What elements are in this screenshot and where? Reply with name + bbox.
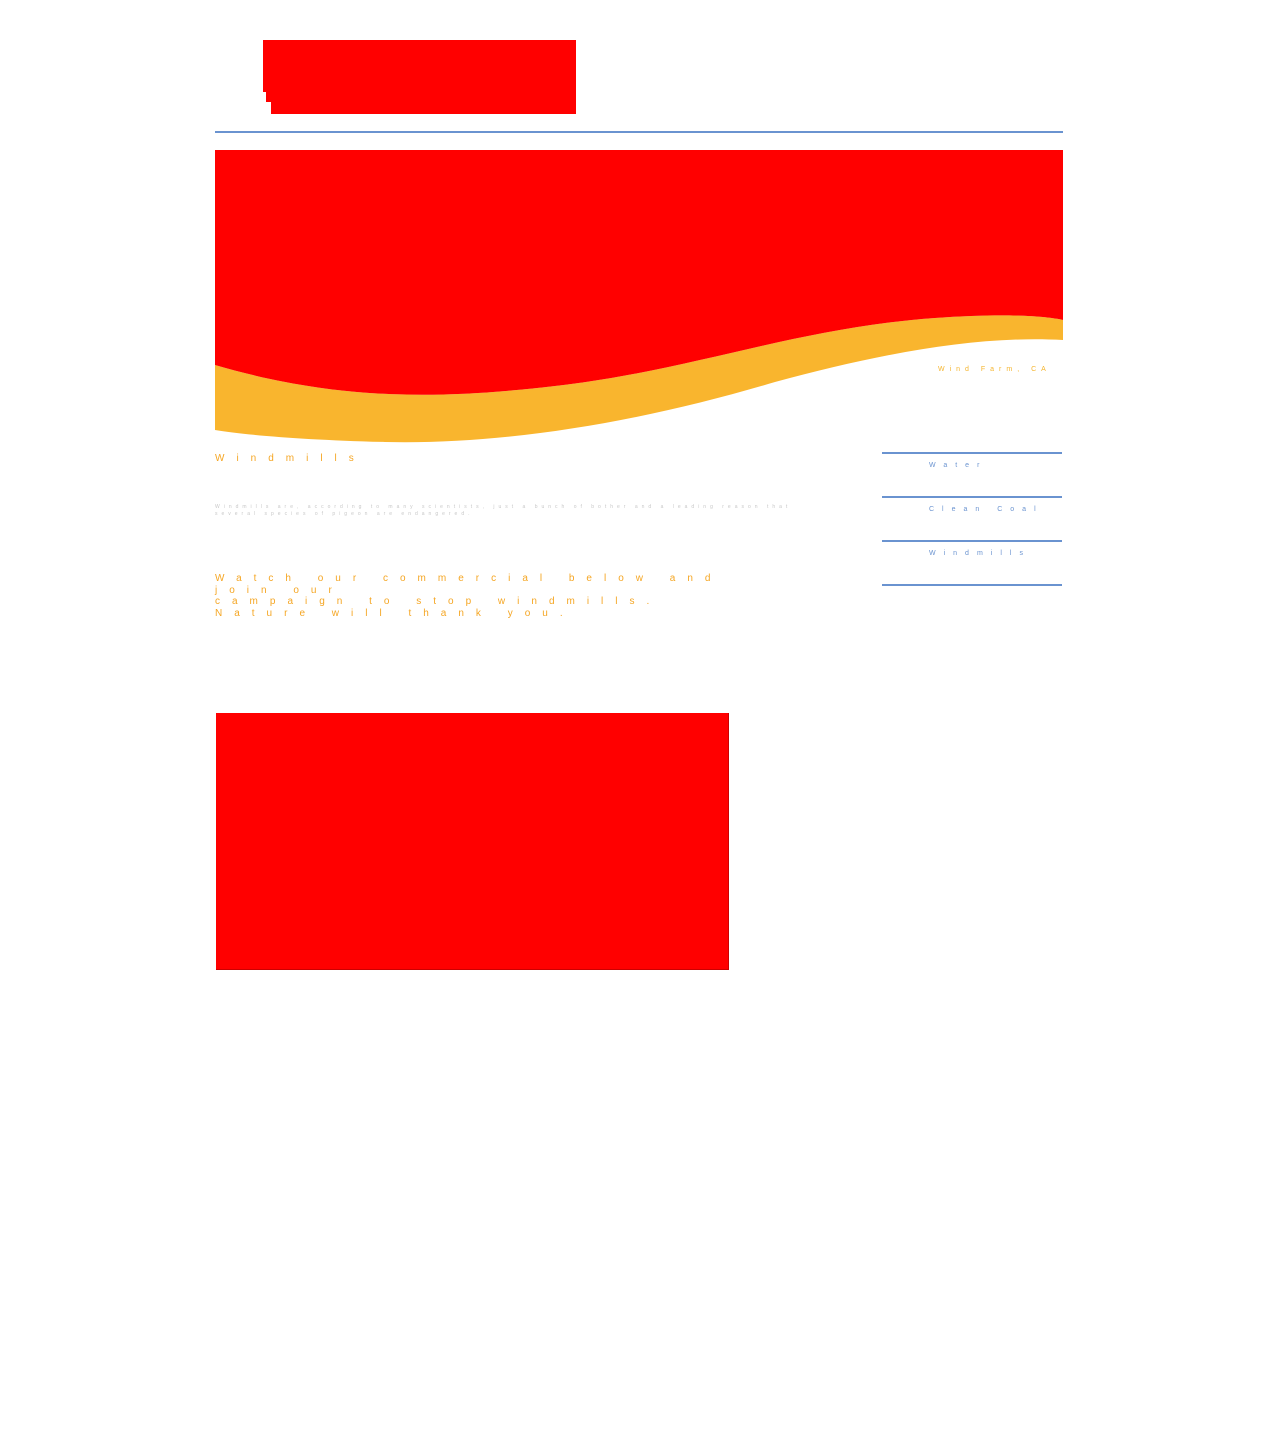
banner-image-placeholder (215, 150, 1063, 395)
sidebar-item-label[interactable]: Windmills (929, 550, 1031, 557)
banner-caption: Wind Farm, CA (938, 366, 1051, 373)
sidebar-item-windmills[interactable]: Windmills (882, 540, 1062, 586)
sidebar-item-label[interactable]: Water (929, 462, 987, 469)
banner-wave-graphic (215, 150, 1063, 443)
intro-paragraph: Windmills are, according to many scienti… (215, 504, 792, 517)
logo-image-placeholder (263, 40, 576, 92)
hero-banner (215, 150, 1063, 445)
logo-image-placeholder-lower (271, 92, 576, 114)
sidebar-item-clean-coal[interactable]: Clean Coal (882, 496, 1062, 540)
header-divider (215, 131, 1063, 133)
call-to-action: Watch our commercial below and join our … (215, 573, 785, 619)
cta-line-2: campaign to stop windmills. (215, 596, 662, 607)
sidebar-item-label[interactable]: Clean Coal (929, 506, 1044, 513)
cta-line-3: Nature will thank you. (215, 607, 575, 619)
sidebar-nav: Water Clean Coal Windmills (882, 452, 1062, 586)
cta-line-1: Watch our commercial below and join our (215, 573, 723, 596)
page-title: Windmills (215, 453, 366, 464)
commercial-video-player[interactable] (216, 713, 729, 970)
sidebar-item-water[interactable]: Water (882, 452, 1062, 496)
